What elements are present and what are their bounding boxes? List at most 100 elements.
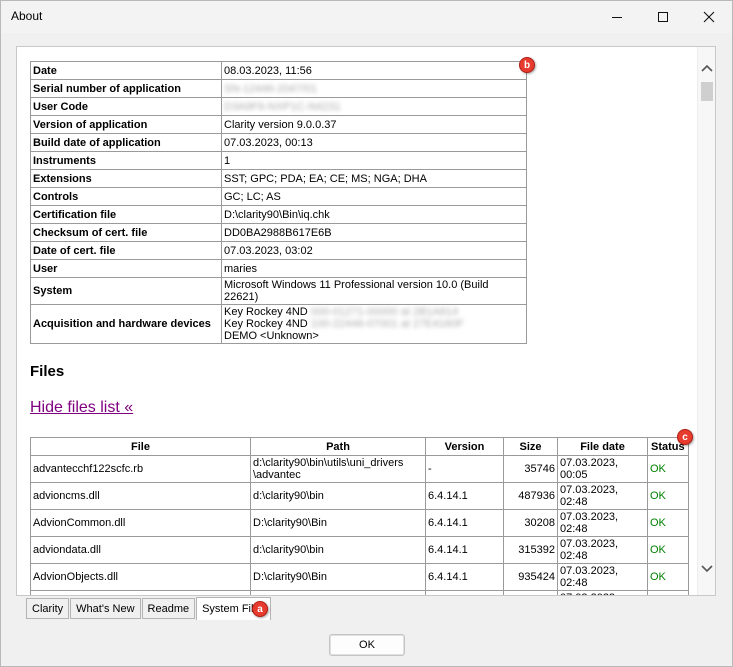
- cell-date: 07.03.2023, 00:05: [557, 455, 648, 483]
- info-table: Date 08.03.2023, 11:56 Serial number of ap…: [30, 61, 527, 344]
- marker-c: c: [677, 429, 693, 445]
- tab-readme[interactable]: Readme: [141, 598, 196, 619]
- info-value: Clarity version 9.0.0.37: [221, 115, 527, 134]
- cell-file: AdvionCommon.dll: [30, 509, 251, 537]
- info-value: 07.03.2023, 00:13: [221, 133, 527, 152]
- info-value: SN-12446-2047/01: [221, 79, 527, 98]
- info-key: Version of application: [30, 115, 222, 134]
- info-value: 1: [221, 151, 527, 170]
- info-key: User Code: [30, 97, 222, 116]
- info-key: Acquisition and hardware devices: [30, 304, 222, 344]
- info-key: System: [30, 277, 222, 305]
- info-key: User: [30, 259, 222, 278]
- cell-file: advioncms.dll: [30, 482, 251, 510]
- files-heading: Files: [30, 363, 65, 380]
- info-value: D:\clarity90\Bin\iq.chk: [221, 205, 527, 224]
- redacted-value: 000-01271-00000 at 2B1A814: [310, 306, 459, 318]
- window-title: About: [11, 9, 43, 23]
- info-key: Controls: [30, 187, 222, 206]
- system-files-panel: Date 08.03.2023, 11:56 Serial number of ap…: [16, 46, 716, 596]
- cell-version: -: [425, 455, 504, 483]
- info-row: Controls GC; LC; AS: [30, 187, 527, 206]
- info-value: GC; LC; AS: [221, 187, 527, 206]
- info-key: Build date of application: [30, 133, 222, 152]
- redacted-value: SN-12446-2047/01: [224, 82, 317, 95]
- info-value: Microsoft Windows 11 Professional versio…: [221, 277, 527, 305]
- cell-date: 07.03.2023, 02:48: [557, 536, 648, 564]
- info-value: maries: [221, 259, 527, 278]
- files-table: File Path Version Size File date Status advan…: [30, 437, 689, 595]
- device-name: Key Rockey 4ND: [224, 318, 308, 330]
- info-row: Date of cert. file 07.03.2023, 03:02: [30, 241, 527, 260]
- info-value: D3A9F6-NXP1C-N4231: [221, 97, 527, 116]
- cell-file: apix_sdk.dll: [30, 590, 251, 595]
- info-row: Build date of application 07.03.2023, 00:…: [30, 133, 527, 152]
- minimize-button[interactable]: [594, 1, 640, 33]
- cell-version: 6.4.14.1: [425, 509, 504, 537]
- info-value: DD0BA2988B617E6B: [221, 223, 527, 242]
- maximize-button[interactable]: [640, 1, 686, 33]
- info-row: Date 08.03.2023, 11:56: [30, 61, 527, 80]
- ok-button[interactable]: OK: [329, 634, 405, 656]
- info-key: Serial number of application: [30, 79, 222, 98]
- cell-size: 487936: [503, 482, 558, 510]
- cell-size: 35746: [503, 455, 558, 483]
- info-row: Checksum of cert. file DD0BA2988B617E6B: [30, 223, 527, 242]
- table-row: AdvionObjects.dll D:\clarity90\Bin 6.4.14.…: [30, 563, 689, 591]
- table-row: AdvionCommon.dll D:\clarity90\Bin 6.4.14.1…: [30, 509, 689, 537]
- chevron-down-icon[interactable]: [698, 560, 716, 578]
- table-row: advantecchf122scfc.rb d:\clarity90\bin\ut…: [30, 455, 689, 483]
- cell-version: 6.4.14.1: [425, 563, 504, 591]
- cell-status: OK: [647, 536, 689, 564]
- table-row: adviondata.dll d:\clarity90\bin 6.4.14.1 31…: [30, 536, 689, 564]
- column-header: File date: [557, 437, 648, 456]
- cell-status: OK: [647, 455, 689, 483]
- cell-version: 6.4.14.1: [425, 536, 504, 564]
- cell-status: OK: [647, 563, 689, 591]
- cell-file: advantecchf122scfc.rb: [30, 455, 251, 483]
- cell-date: 07.03.2023, 02:48: [557, 590, 648, 595]
- cell-file: AdvionObjects.dll: [30, 563, 251, 591]
- cell-date: 07.03.2023, 02:48: [557, 563, 648, 591]
- title-bar: About: [1, 1, 732, 33]
- info-key: Instruments: [30, 151, 222, 170]
- cell-size: 935424: [503, 563, 558, 591]
- scroll-content[interactable]: Date 08.03.2023, 11:56 Serial number of ap…: [17, 47, 697, 595]
- hide-files-list-link[interactable]: Hide files list «: [30, 399, 133, 417]
- cell-status: OK: [647, 590, 689, 595]
- device-name: DEMO <Unknown>: [224, 330, 319, 342]
- cell-date: 07.03.2023, 02:48: [557, 482, 648, 510]
- info-key: Date: [30, 61, 222, 80]
- info-row: System Microsoft Windows 11 Professional …: [30, 277, 527, 305]
- cell-path: d:\clarity90\bin: [250, 536, 426, 564]
- column-header: Path: [250, 437, 426, 456]
- device-name: Key Rockey 4ND: [224, 306, 308, 318]
- cell-size: 315392: [503, 536, 558, 564]
- close-button[interactable]: [686, 1, 732, 33]
- cell-version: 2.7.0.1526: [425, 590, 504, 595]
- marker-a: a: [252, 601, 268, 617]
- device-line: Key Rockey 4ND 000-01271-00000 at 2B1A81…: [224, 306, 524, 318]
- tab-what-s-new[interactable]: What's New: [70, 598, 141, 619]
- column-header: Size: [503, 437, 558, 456]
- info-key: Date of cert. file: [30, 241, 222, 260]
- tab-clarity[interactable]: Clarity: [26, 598, 70, 619]
- info-value: SST; GPC; PDA; EA; CE; MS; NGA; DHA: [221, 169, 527, 188]
- cell-date: 07.03.2023, 02:48: [557, 509, 648, 537]
- cell-path: D:\clarity90\Bin: [250, 509, 426, 537]
- chevron-up-icon[interactable]: [698, 59, 716, 77]
- info-row: Certification file D:\clarity90\Bin\iq.ch…: [30, 205, 527, 224]
- close-icon: [703, 11, 715, 23]
- vertical-scrollbar[interactable]: [697, 47, 715, 595]
- cell-path: D:\clarity90\Bin: [250, 563, 426, 591]
- info-row: User Code D3A9F6-NXP1C-N4231: [30, 97, 527, 116]
- device-line: Key Rockey 4ND 100-22446-07001 at 27E416…: [224, 318, 524, 330]
- cell-path: d:\clarity90\bin\utils\uni_drivers \advan…: [250, 455, 426, 483]
- info-row: Version of application Clarity version 9.…: [30, 115, 527, 134]
- column-header: Version: [425, 437, 504, 456]
- scrollbar-thumb[interactable]: [701, 82, 713, 101]
- info-key: Checksum of cert. file: [30, 223, 222, 242]
- cell-version: 6.4.14.1: [425, 482, 504, 510]
- cell-status: OK: [647, 482, 689, 510]
- column-header: File: [30, 437, 251, 456]
